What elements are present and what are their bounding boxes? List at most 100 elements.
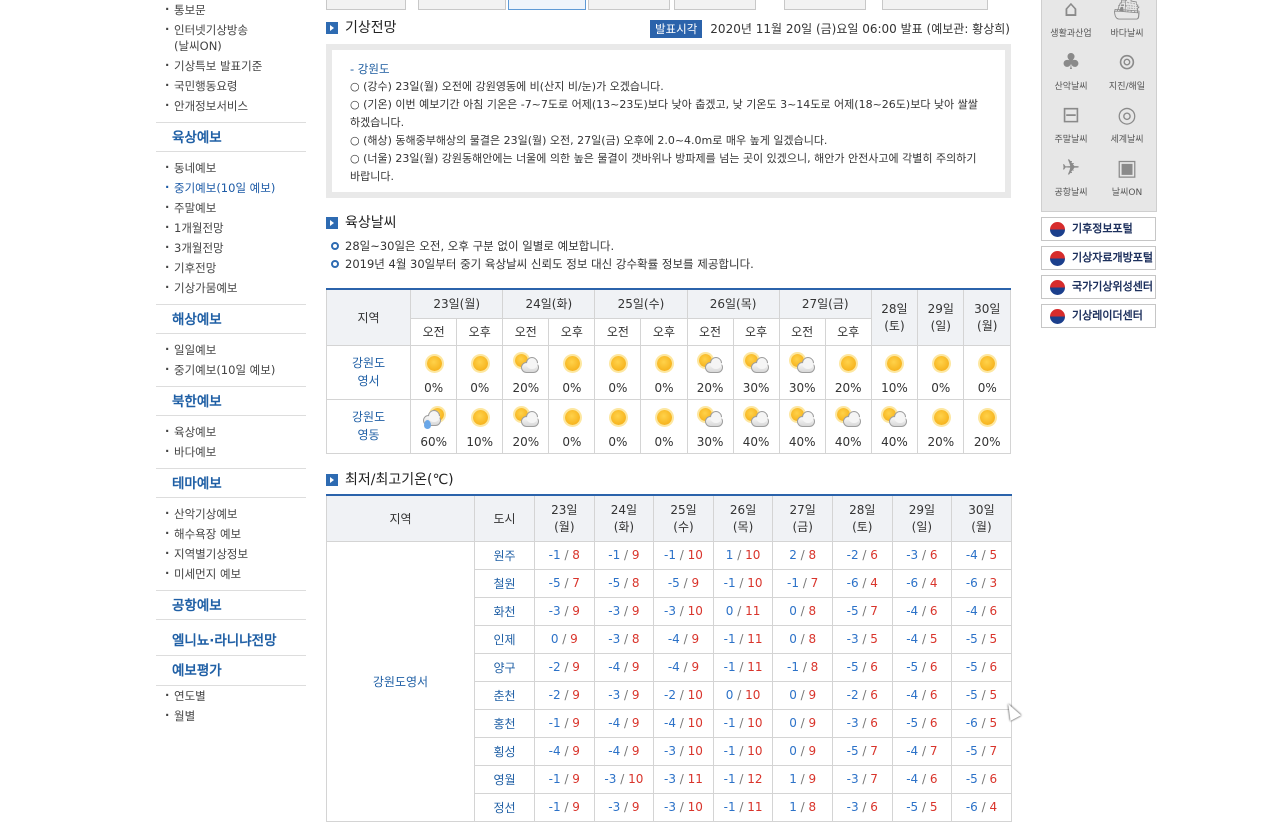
weather-cell: 0% bbox=[548, 344, 596, 400]
nav-head-airport[interactable]: 공항예보 bbox=[156, 590, 306, 620]
city-name[interactable]: 양구 bbox=[474, 652, 535, 682]
nav-item-land-1[interactable]: 중기예보(10일 예보) bbox=[156, 178, 306, 198]
outlook-line: ○ (너울) 23일(월) 강원동해안에는 너울에 의한 높은 물결이 갯바위나… bbox=[350, 152, 977, 183]
city-name[interactable]: 정선 bbox=[474, 792, 535, 822]
nav-item-marine-0[interactable]: 일일예보 bbox=[156, 340, 306, 360]
temp-cell: -6 / 4 bbox=[891, 568, 953, 598]
nav-item-theme-1[interactable]: 해수욕장 예보 bbox=[156, 524, 306, 544]
nav-item-top-4[interactable]: 안개정보서비스 bbox=[156, 96, 306, 116]
rain-icon bbox=[421, 407, 447, 431]
nav-item-land-5[interactable]: 기후전망 bbox=[156, 258, 306, 278]
nav-item-land-4[interactable]: 3개월전망 bbox=[156, 238, 306, 258]
weather-cell: 40% bbox=[732, 398, 780, 454]
precip-prob: 0% bbox=[608, 380, 628, 395]
city-name[interactable]: 홍천 bbox=[474, 708, 535, 738]
nav-head-theme[interactable]: 테마예보 bbox=[156, 468, 306, 498]
quick-link-tree[interactable]: ♣ 산악날씨 bbox=[1043, 50, 1099, 92]
temp-separator: / bbox=[560, 800, 573, 814]
nav-item-top-0[interactable]: 통보문 bbox=[156, 0, 306, 20]
city-name[interactable]: 원주 bbox=[474, 540, 535, 570]
temp-separator: / bbox=[733, 688, 746, 702]
banner-link[interactable]: 기후정보포털 bbox=[1041, 217, 1156, 241]
nav-item-land-6[interactable]: 기상가뭄예보 bbox=[156, 278, 306, 298]
city-name[interactable]: 인제 bbox=[474, 624, 535, 654]
tab-selected[interactable] bbox=[508, 0, 586, 10]
nav-item-theme-3[interactable]: 미세먼지 예보 bbox=[156, 564, 306, 584]
nav-item-northkorea-0[interactable]: 육상예보 bbox=[156, 422, 306, 442]
banner-link[interactable]: 기상레이더센터 bbox=[1041, 304, 1156, 328]
weather-cell: 20% bbox=[502, 398, 550, 454]
tab-7[interactable] bbox=[882, 0, 988, 10]
nav-head-northkorea[interactable]: 북한예보 bbox=[156, 386, 306, 416]
city-name[interactable]: 춘천 bbox=[474, 680, 535, 710]
nav-item-land-3[interactable]: 1개월전망 bbox=[156, 218, 306, 238]
am-header: 오전 bbox=[686, 317, 734, 346]
temp-day-header: 30일 (월) bbox=[951, 494, 1012, 542]
temp-separator: / bbox=[918, 576, 930, 590]
min-temp: -4 bbox=[965, 604, 978, 618]
banner-link[interactable]: 국가기상위성센터 bbox=[1041, 275, 1156, 299]
min-temp: -5 bbox=[965, 660, 978, 674]
precip-prob: 40% bbox=[834, 434, 862, 449]
max-temp: 10 bbox=[687, 604, 703, 618]
city-name[interactable]: 횡성 bbox=[474, 736, 535, 766]
quick-link-car[interactable]: ⊟ 주말날씨 bbox=[1043, 103, 1099, 145]
temp-cell: 0 / 9 bbox=[772, 708, 833, 738]
temp-separator: / bbox=[796, 800, 809, 814]
partly-cloudy-icon bbox=[513, 353, 539, 377]
nav-head-land[interactable]: 육상예보 bbox=[156, 122, 306, 152]
nav-item-land-0[interactable]: 동네예보 bbox=[156, 158, 306, 178]
quick-link-globe[interactable]: ◎ 세계날씨 bbox=[1099, 103, 1155, 145]
max-temp: 10 bbox=[687, 716, 703, 730]
temp-separator: / bbox=[735, 576, 748, 590]
nav-item-eval-1[interactable]: 월별 bbox=[156, 706, 306, 726]
precip-prob: 20% bbox=[512, 380, 540, 395]
temp-separator: / bbox=[620, 688, 632, 702]
max-temp: 7 bbox=[870, 744, 878, 758]
temp-cell: -1 / 10 bbox=[712, 736, 774, 766]
nav-item-top-3[interactable]: 국민행동요령 bbox=[156, 76, 306, 96]
quick-link-tv[interactable]: ▣ 날씨ON bbox=[1099, 156, 1155, 198]
tab-6[interactable] bbox=[784, 0, 866, 10]
banner-link[interactable]: 기상자료개방포털 bbox=[1041, 246, 1156, 270]
quick-link-ship[interactable]: ⛴ 바다날씨 bbox=[1099, 0, 1155, 39]
content-tabs bbox=[326, 0, 1011, 10]
nav-head-elnino[interactable]: 엘니뇨·라니냐전망 bbox=[156, 626, 306, 656]
temp-cell: -1 / 9 bbox=[593, 540, 655, 570]
weather-cell: 20% bbox=[824, 344, 872, 400]
weather-cell: 30% bbox=[686, 398, 734, 454]
tab-4[interactable] bbox=[588, 0, 670, 10]
tab-5[interactable] bbox=[674, 0, 756, 10]
tab-1[interactable] bbox=[326, 0, 406, 10]
min-temp: 1 bbox=[789, 772, 797, 786]
nav-item-theme-2[interactable]: 지역별기상정보 bbox=[156, 544, 306, 564]
nav-item-top-1[interactable]: 인터넷기상방송(날씨ON) bbox=[156, 20, 306, 56]
nav-item-eval-0[interactable]: 연도별 bbox=[156, 686, 306, 706]
city-name[interactable]: 철원 bbox=[474, 568, 535, 598]
nav-item-northkorea-1[interactable]: 바다예보 bbox=[156, 442, 306, 462]
nav-item-top-2[interactable]: 기상특보 발표기준 bbox=[156, 56, 306, 76]
min-temp: -3 bbox=[548, 604, 561, 618]
city-name[interactable]: 영월 bbox=[474, 764, 535, 794]
temp-separator: / bbox=[735, 744, 748, 758]
quick-link-house[interactable]: ⌂ 생활과산업 bbox=[1043, 0, 1099, 39]
temp-separator: / bbox=[675, 716, 688, 730]
nav-item-marine-1[interactable]: 중기예보(10일 예보) bbox=[156, 360, 306, 380]
quick-link-antenna[interactable]: ⊚ 지진/해일 bbox=[1099, 50, 1155, 92]
tab-2[interactable] bbox=[418, 0, 506, 10]
land-day-header: 24일(화) bbox=[502, 288, 596, 319]
city-name[interactable]: 화천 bbox=[474, 596, 535, 626]
temp-day-header: 26일 (목) bbox=[712, 494, 774, 542]
am-header: 오전 bbox=[778, 317, 826, 346]
nav-item-theme-0[interactable]: 산악기상예보 bbox=[156, 504, 306, 524]
min-temp: -3 bbox=[604, 772, 617, 786]
nav-head-evaluation[interactable]: 예보평가 bbox=[156, 656, 306, 686]
nav-head-marine[interactable]: 해상예보 bbox=[156, 304, 306, 334]
quick-link-plane[interactable]: ✈ 공항날씨 bbox=[1043, 156, 1099, 198]
min-temp: -1 bbox=[548, 548, 561, 562]
nav-item-land-2[interactable]: 주말예보 bbox=[156, 198, 306, 218]
temp-cell: -6 / 4 bbox=[951, 792, 1012, 822]
min-temp: -4 bbox=[667, 632, 680, 646]
weather-cell: 10% bbox=[870, 344, 919, 400]
max-temp: 8 bbox=[808, 604, 817, 618]
